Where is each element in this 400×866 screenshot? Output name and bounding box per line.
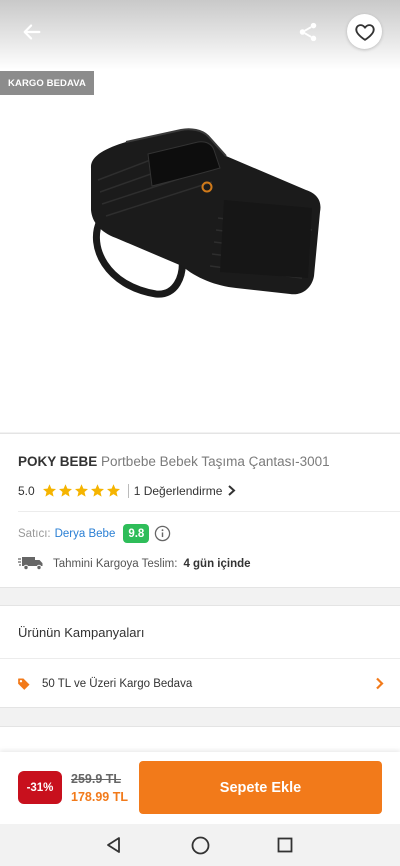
nav-home-button[interactable]: [190, 835, 210, 855]
campaign-item[interactable]: 50 TL ve Üzeri Kargo Bedava: [0, 659, 400, 709]
nav-back-button[interactable]: [104, 835, 124, 855]
share-icon: [299, 22, 317, 42]
rating-value: 5.0: [18, 483, 35, 498]
back-button[interactable]: [14, 14, 50, 50]
info-circle-icon: [155, 525, 171, 542]
review-count-link[interactable]: 1 Değerlendirme: [134, 484, 223, 498]
star-icon: [106, 484, 120, 497]
system-nav-bar: [0, 824, 400, 866]
seller-info-button[interactable]: [154, 525, 171, 542]
rating-stars: [42, 483, 122, 498]
product-title: POKY BEBE Portbebe Bebek Taşıma Çantası-…: [18, 454, 330, 469]
rating-row[interactable]: 5.0 1 Değerlendirme: [18, 483, 236, 498]
product-name: Portbebe Bebek Taşıma Çantası-3001: [101, 454, 330, 469]
square-recents-icon: [277, 837, 293, 853]
back-arrow-icon: [23, 24, 41, 40]
campaign-text: 50 TL ve Üzeri Kargo Bedava: [42, 678, 193, 690]
star-icon: [74, 484, 88, 497]
star-icon: [58, 484, 72, 497]
favorite-button[interactable]: [347, 14, 382, 49]
share-button[interactable]: [290, 14, 326, 50]
star-icon: [42, 484, 56, 497]
circle-home-icon: [191, 836, 209, 854]
seller-score-badge: 9.8: [123, 524, 150, 543]
seller-label: Satıcı:: [18, 527, 51, 540]
shipping-label: Tahmini Kargoya Teslim:: [53, 557, 178, 570]
product-info-card: POKY BEBE Portbebe Bebek Taşıma Çantası-…: [0, 433, 400, 588]
campaigns-card: Ürünün Kampanyaları 50 TL ve Üzeri Kargo…: [0, 605, 400, 708]
add-to-cart-button[interactable]: Sepete Ekle: [139, 761, 382, 814]
chevron-right-icon: [228, 485, 236, 496]
brand-name[interactable]: POKY BEBE: [18, 454, 97, 469]
old-price: 259.9 TL: [71, 772, 122, 786]
discount-badge: -31%: [18, 771, 62, 804]
cargo-badge: KARGO BEDAVA: [0, 71, 94, 95]
product-image-area: KARGO BEDAVA: [0, 0, 400, 432]
seller-name-link[interactable]: Derya Bebe: [55, 528, 116, 540]
purchase-bar: -31% 259.9 TL 178.99 TL Sepete Ekle: [0, 752, 400, 824]
top-gradient: [0, 0, 400, 70]
product-image[interactable]: [86, 126, 326, 308]
seller-row: Satıcı: Derya Bebe 9.8: [18, 524, 171, 543]
star-icon: [90, 484, 104, 497]
divider: [18, 511, 400, 512]
heart-outline-icon: [354, 23, 375, 41]
rating-separator: [127, 483, 129, 498]
shipping-value: 4 gün içinde: [183, 557, 251, 570]
tag-icon: [18, 678, 30, 690]
campaigns-title: Ürünün Kampanyaları: [18, 625, 145, 640]
truck-icon: [18, 557, 43, 571]
triangle-back-icon: [107, 837, 120, 853]
shipping-row: Tahmini Kargoya Teslim: 4 gün içinde: [18, 556, 251, 571]
new-price: 178.99 TL: [71, 790, 128, 804]
nav-recents-button[interactable]: [275, 835, 295, 855]
chevron-right-icon: [376, 677, 384, 690]
